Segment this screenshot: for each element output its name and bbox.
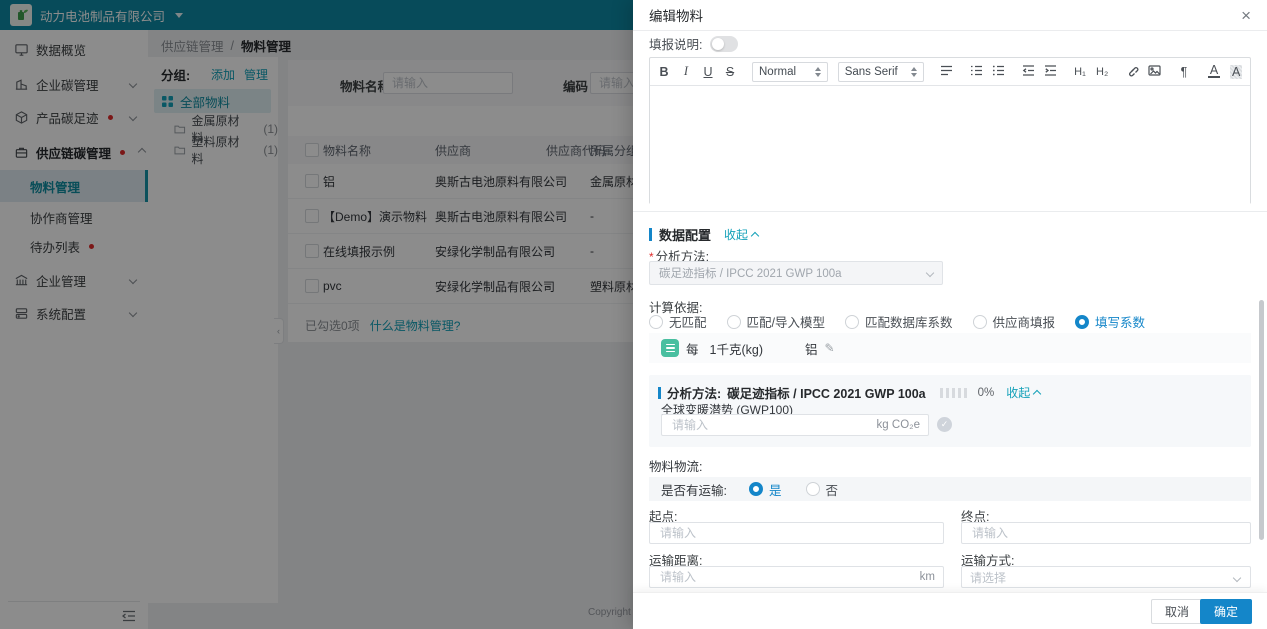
unit-row: 每 1千克(kg) 铝 ✎ — [649, 333, 1251, 363]
image-icon — [1148, 64, 1161, 77]
outdent-button[interactable] — [1022, 64, 1034, 80]
bullet-list-icon — [992, 64, 1005, 77]
progress-ticks — [940, 388, 967, 398]
background-color-button[interactable]: A — [1230, 65, 1242, 79]
drawer-header: 编辑物料 × — [633, 0, 1267, 31]
drawer-mask[interactable] — [0, 0, 633, 629]
data-config-title: 数据配置 — [659, 225, 711, 244]
text-color-button[interactable]: A — [1208, 65, 1220, 78]
select-arrows-icon — [815, 67, 821, 77]
chevron-down-icon — [1233, 574, 1241, 582]
cancel-button[interactable]: 取消 — [1151, 599, 1203, 624]
radio-supplier-fill[interactable]: 供应商填报 — [973, 312, 1056, 331]
gwp-unit: kg CO₂e — [877, 419, 920, 431]
align-icon — [940, 64, 953, 77]
confirm-button[interactable]: 确定 — [1200, 599, 1252, 624]
radio-fill-factor[interactable]: 填写系数 — [1075, 312, 1145, 331]
edit-icon[interactable]: ✎ — [825, 341, 835, 355]
italic-button[interactable]: I — [680, 64, 692, 79]
indent-button[interactable] — [1044, 64, 1056, 80]
radio-icon — [727, 315, 741, 329]
material-name: 铝 — [805, 339, 818, 358]
drawer-footer: 取消 确定 — [633, 592, 1267, 629]
image-button[interactable] — [1148, 64, 1160, 80]
transport-question-label: 是否有运输: — [661, 480, 727, 499]
radio-icon — [806, 482, 820, 496]
link-icon — [1126, 64, 1139, 77]
distance-input[interactable] — [658, 569, 920, 585]
chevron-down-icon — [926, 269, 934, 277]
material-doc-icon — [661, 339, 679, 357]
underline-button[interactable]: U — [702, 65, 714, 79]
method-value: 碳足迹指标 / IPCC 2021 GWP 100a — [727, 383, 925, 402]
left-region: 动力电池制品有限公司 数据概览 企业碳管理 产品碳足迹 供应链碳管理 — [0, 0, 633, 629]
per-label: 每 — [686, 339, 699, 358]
bullet-list-button[interactable] — [992, 64, 1004, 80]
calc-check-icon[interactable]: ✓ — [937, 417, 952, 432]
origin-input-wrap — [649, 522, 944, 544]
radio-transport-no[interactable]: 否 — [806, 480, 839, 499]
radio-transport-yes[interactable]: 是 — [749, 480, 782, 499]
fill-note-toggle[interactable] — [710, 36, 738, 52]
chevron-up-icon — [751, 231, 759, 239]
format-select[interactable]: Normal — [752, 62, 828, 82]
fill-note-label: 填报说明: — [649, 34, 702, 53]
close-icon[interactable]: × — [1237, 4, 1255, 28]
chevron-up-icon — [1033, 389, 1041, 397]
ordered-list-icon — [970, 64, 983, 77]
logistics-title: 物料物流: — [649, 456, 702, 475]
dest-input[interactable] — [970, 525, 1242, 541]
gwp-input[interactable] — [670, 417, 877, 433]
ordered-list-button[interactable] — [970, 64, 982, 80]
direction-button[interactable]: ¶ — [1178, 65, 1190, 79]
outdent-icon — [1022, 64, 1035, 77]
link-button[interactable] — [1126, 64, 1138, 80]
drawer-scrollbar[interactable] — [1259, 300, 1264, 540]
section-accent-bar — [649, 228, 652, 241]
distance-input-wrap: km — [649, 566, 944, 588]
editor-toolbar: B I U S Normal Sans Serif H₁ H₂ — [650, 58, 1250, 86]
radio-selected-icon — [1075, 315, 1089, 329]
edit-material-drawer: 编辑物料 × 填报说明: B I U S Normal Sans Serif — [633, 0, 1267, 629]
gwp-input-wrap: kg CO₂e — [661, 414, 929, 436]
method-label: 分析方法: — [667, 383, 721, 402]
select-arrows-icon — [911, 67, 917, 77]
method-collapse-link[interactable]: 收起 — [1006, 384, 1040, 401]
app-root: 动力电池制品有限公司 数据概览 企业碳管理 产品碳足迹 供应链碳管理 — [0, 0, 1267, 629]
header2-button[interactable]: H₂ — [1096, 66, 1108, 78]
radio-selected-icon — [749, 482, 763, 496]
radio-icon — [649, 315, 663, 329]
radio-match-import-model[interactable]: 匹配/导入模型 — [727, 312, 825, 331]
transport-mode-select[interactable]: 请选择 — [961, 566, 1251, 588]
radio-icon — [973, 315, 987, 329]
data-config-collapse-link[interactable]: 收起 — [724, 226, 758, 243]
rich-text-editor: B I U S Normal Sans Serif H₁ H₂ — [649, 57, 1251, 204]
strikethrough-button[interactable]: S — [724, 65, 736, 79]
dest-input-wrap — [961, 522, 1251, 544]
font-select[interactable]: Sans Serif — [838, 62, 924, 82]
transport-question-row: 是否有运输: 是 否 — [649, 477, 1251, 501]
unit-qty: 1千克(kg) — [710, 339, 763, 358]
fill-note-row: 填报说明: — [649, 34, 738, 53]
basis-radio-group: 无匹配 匹配/导入模型 匹配数据库系数 供应商填报 填写系数 — [649, 312, 1145, 331]
distance-unit: km — [920, 571, 935, 583]
header1-button[interactable]: H₁ — [1074, 66, 1086, 78]
bold-button[interactable]: B — [658, 65, 670, 79]
analysis-method-select[interactable]: 碳足迹指标 / IPCC 2021 GWP 100a — [649, 261, 943, 285]
editor-content[interactable] — [650, 86, 1250, 204]
indent-icon — [1044, 64, 1057, 77]
data-config-header: 数据配置 收起 — [649, 225, 758, 244]
section-divider — [633, 211, 1267, 212]
radio-icon — [845, 315, 859, 329]
progress-percent: 0% — [978, 387, 995, 399]
section-accent-bar — [658, 387, 661, 399]
radio-match-db-factor[interactable]: 匹配数据库系数 — [845, 312, 953, 331]
align-button[interactable] — [940, 64, 952, 80]
drawer-title: 编辑物料 — [649, 5, 703, 25]
radio-no-match[interactable]: 无匹配 — [649, 312, 707, 331]
analysis-method-box: 分析方法: 碳足迹指标 / IPCC 2021 GWP 100a 0% 收起 全… — [649, 375, 1251, 447]
origin-input[interactable] — [658, 525, 935, 541]
